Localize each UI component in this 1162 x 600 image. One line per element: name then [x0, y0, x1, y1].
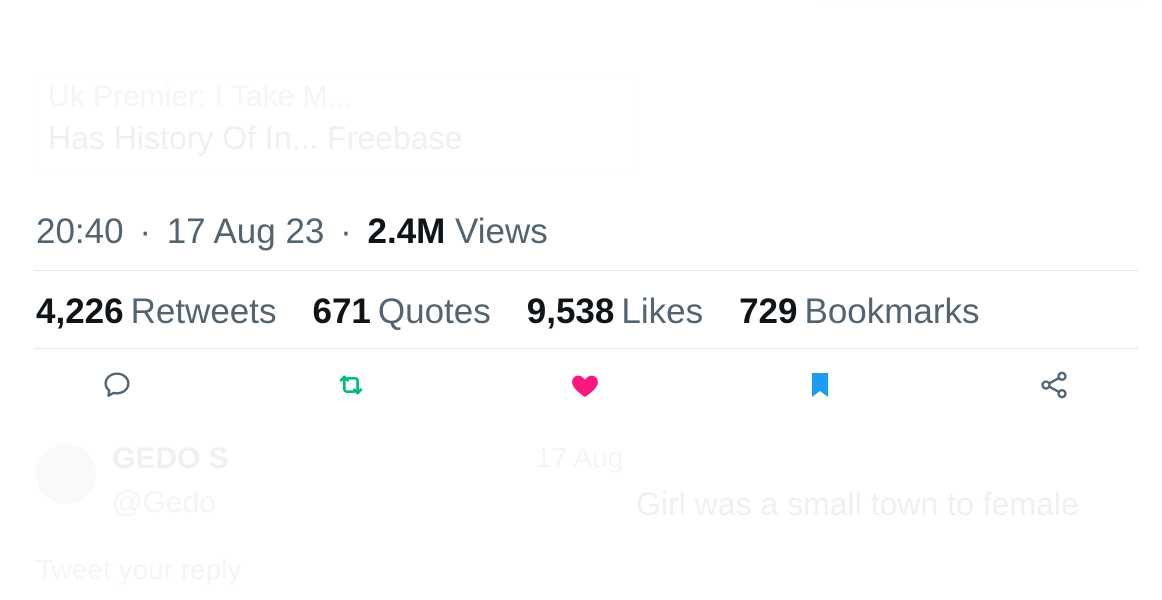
retweets-label: Retweets: [130, 292, 277, 331]
avatar[interactable]: [36, 444, 96, 504]
divider: [34, 348, 1138, 349]
bookmarks-count: 729: [739, 292, 798, 331]
share-icon: [1041, 371, 1067, 399]
retweets-count: 4,226: [36, 292, 124, 331]
separator: ·: [139, 212, 151, 251]
retweets-stat[interactable]: 4,226 Retweets: [36, 292, 277, 332]
views-label: Views: [455, 212, 548, 251]
likes-count: 9,538: [526, 292, 615, 331]
tweet-metadata: 20:40 · 17 Aug 23 · 2.4M Views: [36, 212, 548, 252]
divider: [34, 270, 1138, 271]
reply-icon: [104, 372, 130, 397]
reply-preview[interactable]: GEDO S @Gedo 17 Aug Girl was a small tow…: [36, 440, 1136, 585]
reply-date: 17 Aug: [536, 442, 624, 473]
link-card-title: Uk Premier: I Take M...: [48, 80, 353, 113]
bookmark-button[interactable]: [797, 362, 843, 408]
reply-author-name: GEDO S: [112, 442, 229, 475]
likes-label: Likes: [621, 292, 704, 331]
like-button[interactable]: [562, 362, 608, 408]
reply-text: Girl was a small town to female: [636, 486, 1079, 522]
bookmarks-stat[interactable]: 729 Bookmarks: [739, 292, 979, 332]
views-count: 2.4M: [367, 212, 446, 251]
share-button[interactable]: [1031, 362, 1077, 408]
like-icon: [572, 375, 598, 397]
action-bar: [0, 360, 1162, 410]
retweet-button[interactable]: [328, 362, 374, 408]
top-divider: [820, 0, 1140, 6]
separator: ·: [340, 212, 352, 251]
link-card-subtitle: Has History Of In... Freebase: [48, 120, 463, 156]
engagement-stats: 4,226 Retweets 671 Quotes 9,538 Likes 72…: [36, 292, 1016, 332]
retweet-icon: [339, 375, 363, 395]
quotes-stat[interactable]: 671 Quotes: [313, 292, 491, 332]
reply-prompt: Tweet your reply: [36, 554, 242, 585]
tweet-time[interactable]: 20:40: [36, 212, 124, 251]
bookmarks-label: Bookmarks: [804, 292, 980, 331]
bookmark-icon: [812, 373, 828, 397]
reply-author-handle: @Gedo: [112, 486, 216, 519]
quotes-label: Quotes: [377, 292, 491, 331]
likes-stat[interactable]: 9,538 Likes: [527, 292, 703, 332]
quotes-count: 671: [312, 292, 371, 331]
tweet-date[interactable]: 17 Aug 23: [167, 212, 325, 251]
reply-button[interactable]: [94, 362, 140, 408]
